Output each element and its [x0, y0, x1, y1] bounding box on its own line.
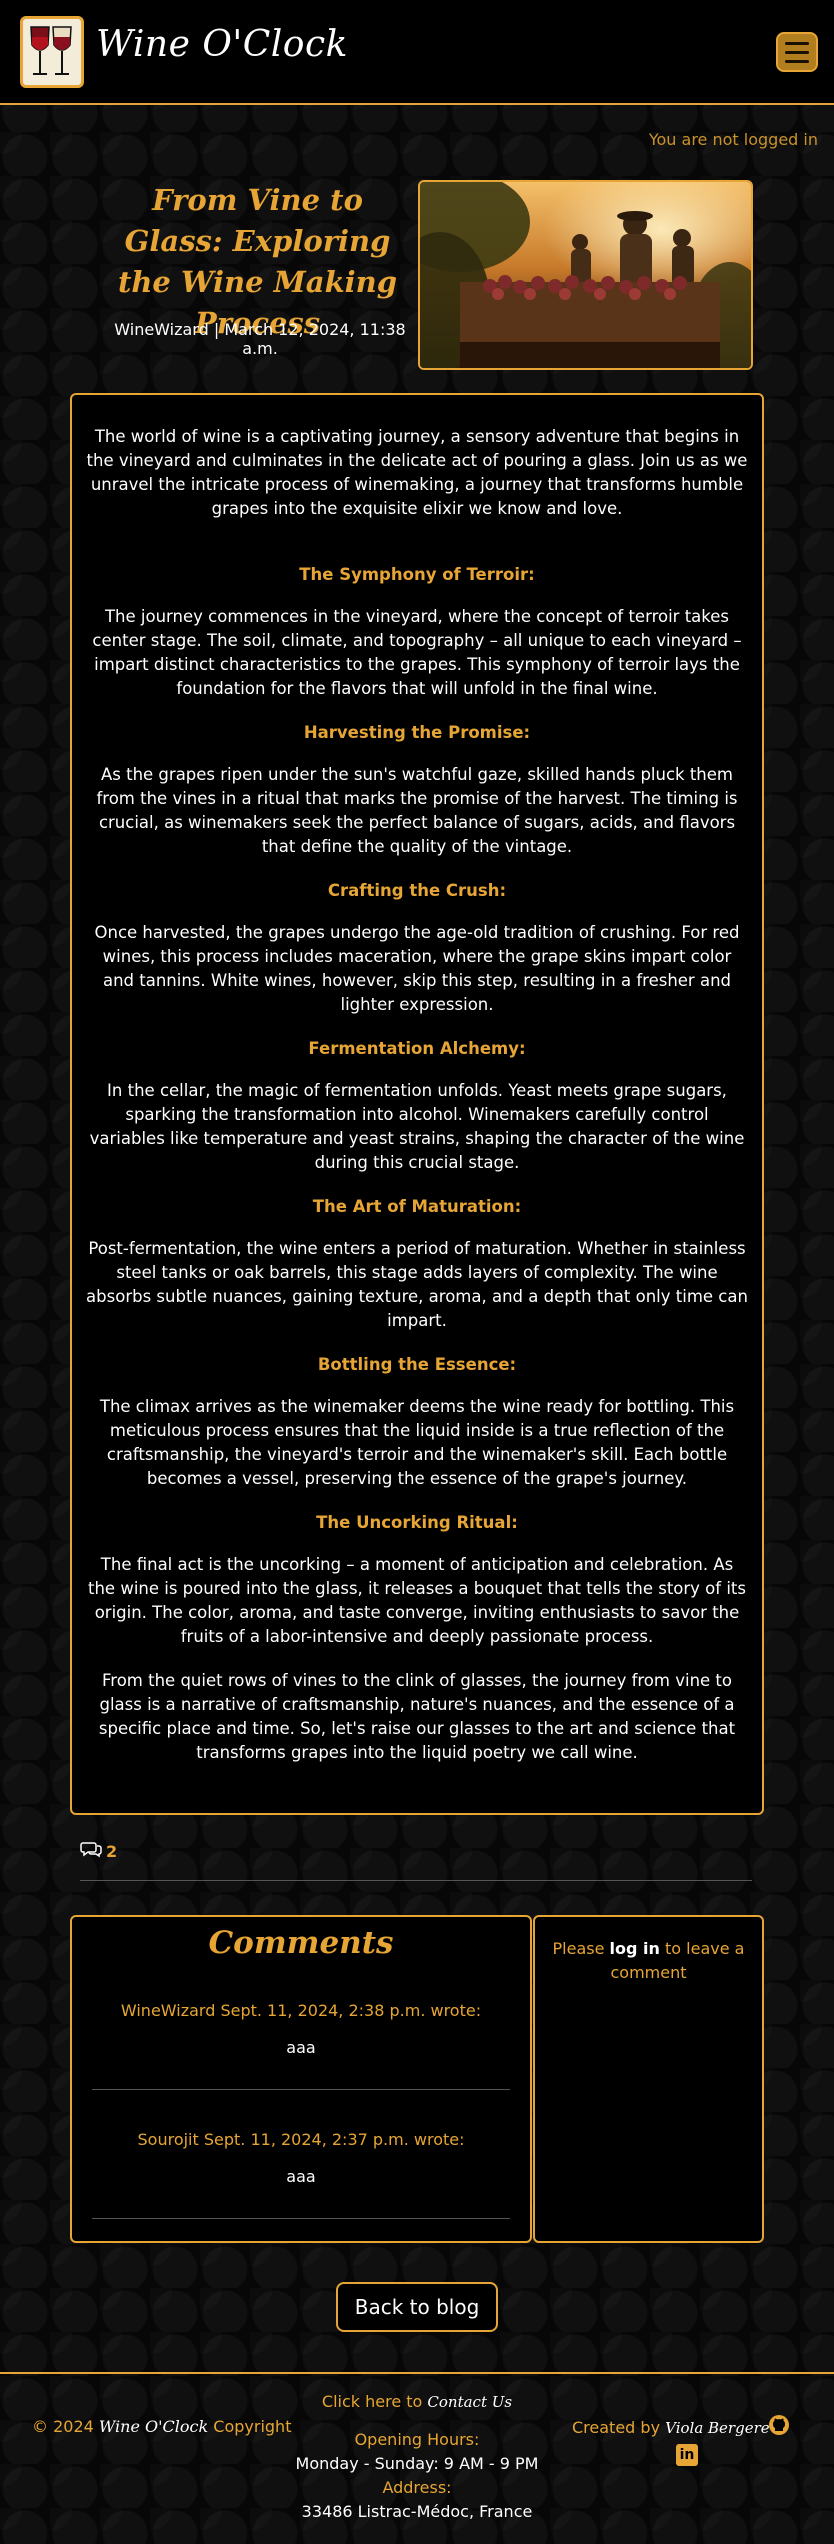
divider: [80, 1880, 752, 1881]
comment-body: aaa: [286, 2167, 316, 2186]
comment-item: Sourojit Sept. 11, 2024, 2:37 p.m. wrote…: [92, 2090, 510, 2219]
section-heading: The Symphony of Terroir:: [299, 565, 535, 584]
author-name: Viola Bergere: [665, 2419, 770, 2437]
address-value: 33486 Listrac-Médoc, France: [301, 2502, 533, 2521]
section-text: Post-fermentation, the wine enters a per…: [86, 1239, 748, 1330]
section-heading: Harvesting the Promise:: [303, 723, 531, 742]
comments-icon: [80, 1840, 102, 1862]
section-text: As the grapes ripen under the sun's watc…: [96, 765, 738, 856]
post-meta: WineWizard | March 12, 2024, 11:38 a.m.: [114, 320, 406, 358]
brand-name[interactable]: Wine O'Clock: [96, 24, 348, 65]
footer: © 2024 Wine O'Clock Copyright Click here…: [0, 2372, 834, 2544]
footer-info: Click here to Contact Us Opening Hours: …: [250, 2390, 584, 2524]
login-prompt: Please log in to leave a comment: [533, 1915, 764, 2243]
article-outro: From the quiet rows of vines to the clin…: [98, 1671, 736, 1762]
comments-title: Comments: [208, 1925, 394, 1961]
post-image: [418, 180, 753, 370]
comment-header: Sourojit Sept. 11, 2024, 2:37 p.m. wrote…: [137, 2130, 465, 2149]
github-icon[interactable]: [768, 2414, 790, 2436]
contact-us-link[interactable]: Contact Us: [427, 2393, 512, 2411]
section-text: The journey commences in the vineyard, w…: [92, 607, 742, 698]
login-prompt-before: Please: [552, 1939, 610, 1958]
back-to-blog-button[interactable]: Back to blog: [336, 2282, 498, 2332]
article-intro: The world of wine is a captivating journ…: [86, 427, 748, 518]
login-link[interactable]: log in: [610, 1939, 660, 1958]
section-heading: Fermentation Alchemy:: [308, 1039, 526, 1058]
footer-brand: Wine O'Clock: [98, 2417, 209, 2436]
article-body: The world of wine is a captivating journ…: [70, 393, 764, 1815]
hours-value: Monday - Sunday: 9 AM - 9 PM: [295, 2454, 539, 2473]
comments-panel: Comments WineWizard Sept. 11, 2024, 2:38…: [70, 1915, 532, 2243]
login-status: You are not logged in: [648, 130, 818, 149]
wine-glasses-icon[interactable]: [20, 16, 84, 88]
contact-prefix: Click here to: [321, 2392, 428, 2411]
address-label: Address:: [382, 2478, 452, 2497]
comment-body: aaa: [286, 2038, 316, 2057]
comment-header: WineWizard Sept. 11, 2024, 2:38 p.m. wro…: [120, 2001, 482, 2020]
section-heading: Crafting the Crush:: [327, 881, 507, 900]
section-heading: Bottling the Essence:: [317, 1355, 517, 1374]
section-heading: The Uncorking Ritual:: [316, 1513, 518, 1532]
navbar: Wine O'Clock: [0, 0, 834, 105]
section-text: The final act is the uncorking – a momen…: [88, 1555, 746, 1646]
comment-count: 2: [80, 1840, 117, 1862]
contact-link[interactable]: Click here to Contact Us: [250, 2390, 584, 2414]
hamburger-menu-icon[interactable]: [776, 32, 818, 72]
section-text: The climax arrives as the winemaker deem…: [99, 1397, 735, 1488]
section-heading: The Art of Maturation:: [312, 1197, 522, 1216]
comment-count-value: 2: [106, 1841, 118, 1861]
linkedin-icon[interactable]: in: [676, 2444, 698, 2466]
section-text: In the cellar, the magic of fermentation…: [89, 1081, 745, 1172]
comment-item: WineWizard Sept. 11, 2024, 2:38 p.m. wro…: [92, 1961, 510, 2090]
created-by-label: Created by: [572, 2418, 666, 2437]
copyright-symbol: © 2024: [32, 2417, 99, 2436]
hours-label: Opening Hours:: [354, 2430, 480, 2449]
section-text: Once harvested, the grapes undergo the a…: [94, 923, 740, 1014]
